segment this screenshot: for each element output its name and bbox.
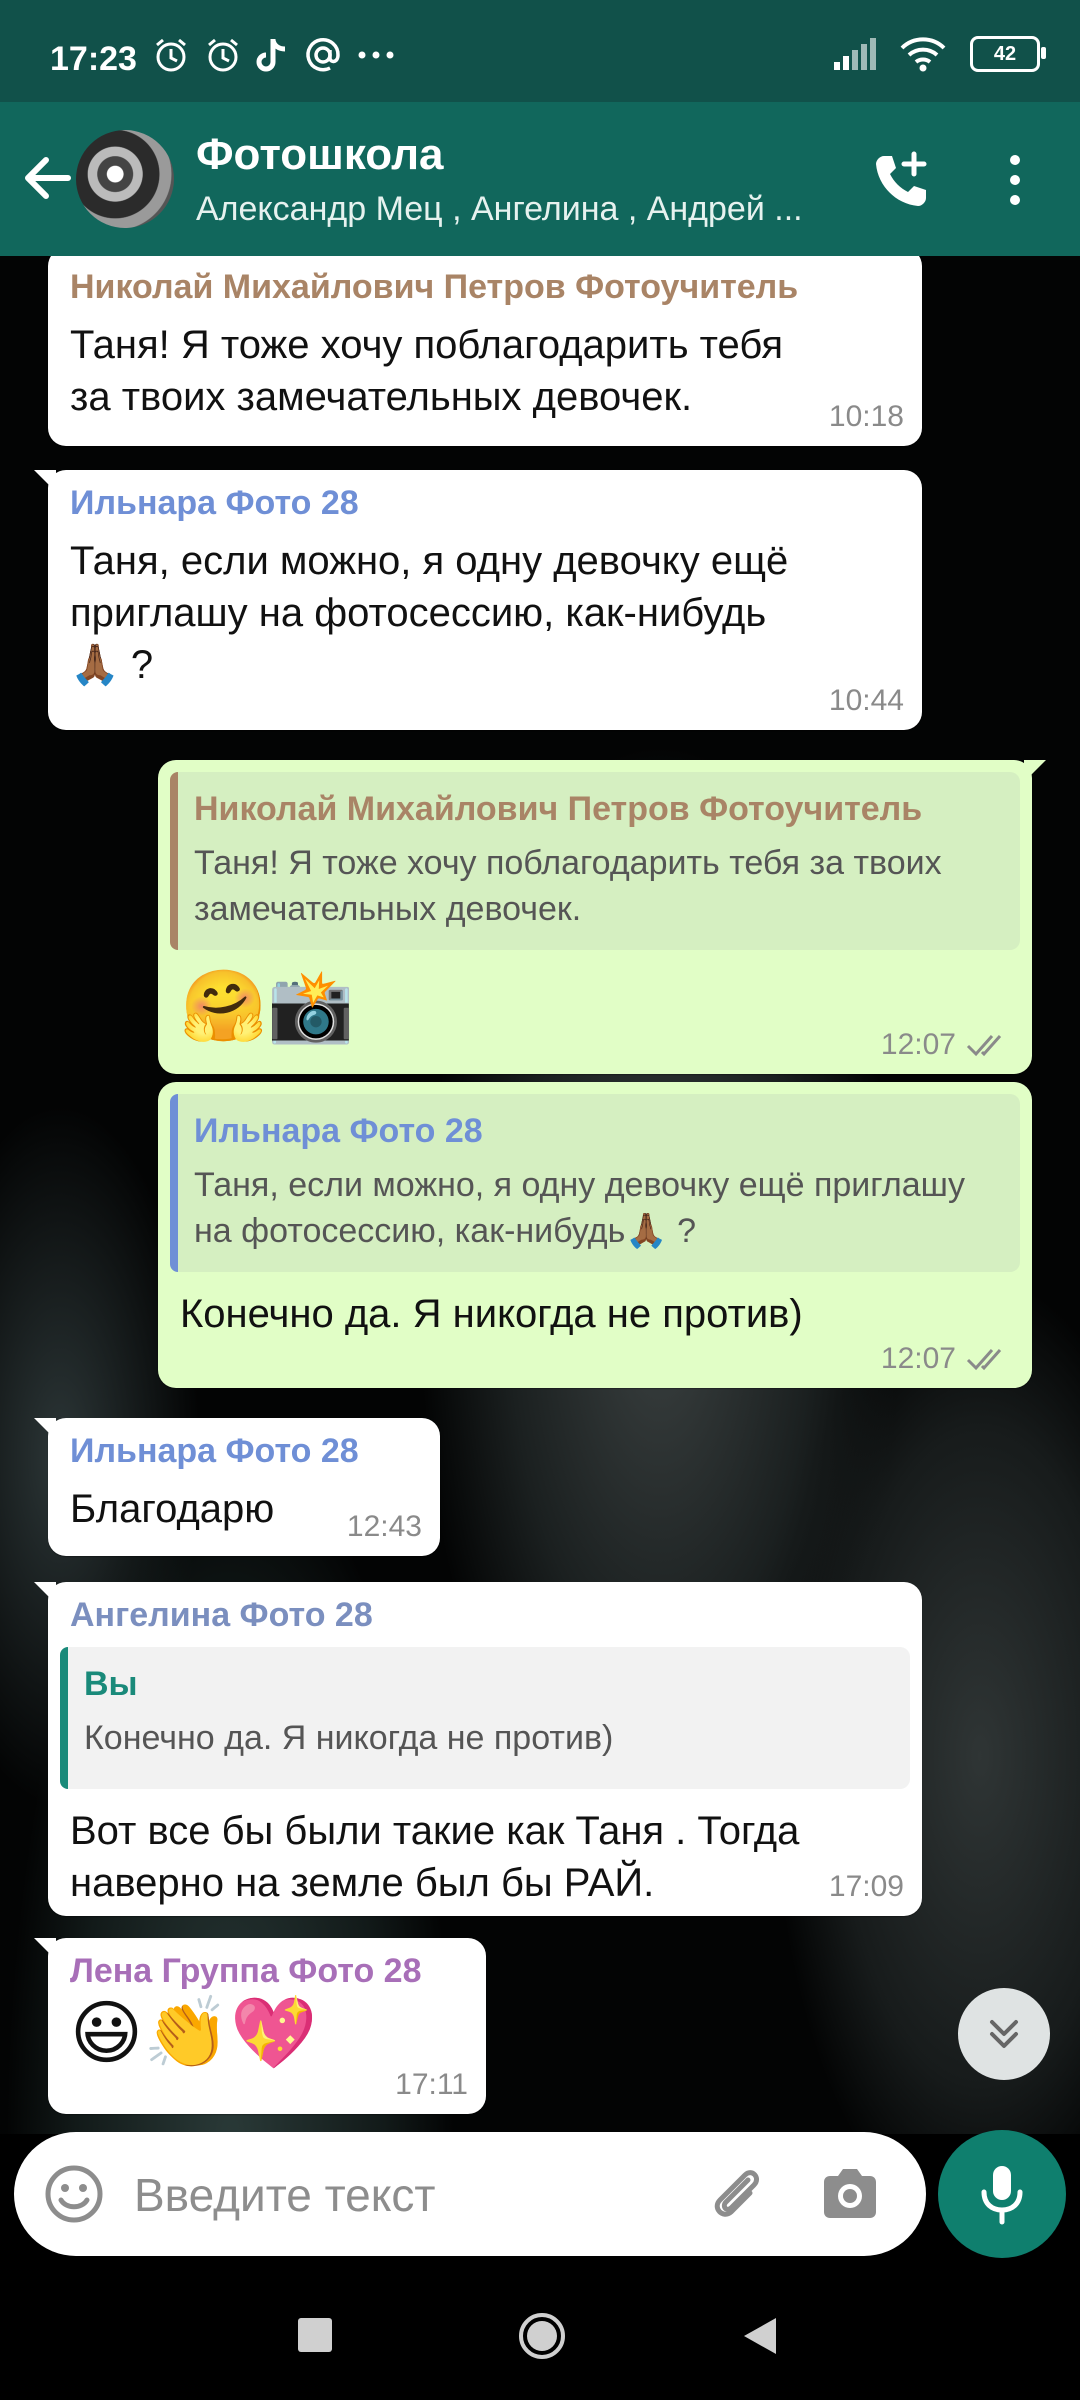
message-sender: Николай Михайлович Петров Фотоучитель	[70, 268, 799, 306]
message-time: 17:09	[829, 1870, 904, 1904]
read-ticks-icon	[966, 1035, 1002, 1057]
attach-icon[interactable]	[704, 2162, 768, 2226]
bubble-tail	[34, 470, 56, 492]
chat-title[interactable]: Фотошкола	[196, 130, 444, 180]
message-time: 12:43	[347, 1510, 422, 1544]
chat-area[interactable]: Николай Михайлович Петров Фотоучитель Та…	[0, 256, 1080, 2134]
quote-text: Конечно да. Я никогда не против)	[84, 1719, 614, 1757]
read-ticks-icon	[966, 1349, 1002, 1371]
quote-text: Таня! Я тоже хочу поблагодарить тебя за …	[194, 844, 942, 928]
message-text: Таня! Я тоже хочу поблагодарить тебя за …	[70, 323, 784, 419]
wifi-icon	[900, 37, 946, 72]
message-bubble[interactable]: Ильнара Фото 28 Благодарю 12:43	[34, 1418, 440, 1556]
at-icon	[306, 38, 340, 72]
message-time-text: 10:44	[828, 684, 904, 717]
message-text: Конечно да. Я никогда не против)	[180, 1292, 803, 1336]
quote-bar	[60, 1647, 68, 1789]
quote-sender: Ильнара Фото 28	[194, 1112, 483, 1150]
message-time-text: 17:09	[828, 1870, 904, 1903]
scroll-down-icon	[990, 2020, 1018, 2048]
message-time: 12:07	[881, 1342, 1014, 1376]
reply-quote[interactable]: Вы Конечно да. Я никогда не против)	[60, 1647, 910, 1789]
message-time-text: 12:07	[880, 1342, 956, 1375]
message-time-text: 12:07	[880, 1028, 956, 1061]
message-bubble[interactable]: Ангелина Фото 28 Вы Конечно да. Я никогд…	[34, 1582, 922, 1916]
message-time: 10:44	[829, 684, 904, 718]
quote-bar	[170, 1094, 178, 1272]
battery-indicator: 42	[970, 36, 1046, 72]
more-vert-icon[interactable]	[1000, 150, 1030, 210]
message-time: 17:11	[395, 2068, 468, 2102]
tiktok-icon	[256, 39, 286, 72]
bubble-tail	[34, 1418, 56, 1440]
bubble-tail	[34, 1582, 56, 1604]
message-text: Вот все бы были такие как Таня . Тогда н…	[70, 1809, 800, 1905]
reply-quote[interactable]: Николай Михайлович Петров Фотоучитель Та…	[170, 772, 1020, 950]
home-button[interactable]	[516, 2310, 568, 2362]
system-nav-bar	[0, 2270, 1080, 2400]
add-call-icon[interactable]	[870, 148, 934, 212]
message-sender: Лена Группа Фото 28	[70, 1952, 422, 1990]
quote-bar	[170, 772, 178, 950]
voice-record-button[interactable]	[938, 2130, 1066, 2258]
status-bar: 17:23 42	[0, 0, 1080, 102]
bubble-tail	[34, 1938, 56, 1960]
reply-quote[interactable]: Ильнара Фото 28 Таня, если можно, я одну…	[170, 1094, 1020, 1272]
message-time-text: 10:18	[828, 400, 904, 433]
message-sender: Ильнара Фото 28	[70, 484, 359, 522]
message-bubble[interactable]: Лена Группа Фото 28 😃👏💖 17:11	[34, 1938, 486, 2114]
message-composer[interactable]	[14, 2132, 926, 2256]
message-time: 12:07	[881, 1028, 1014, 1062]
signal-icon	[834, 38, 876, 70]
alarm-icon	[208, 38, 238, 72]
recents-button[interactable]	[298, 2318, 332, 2352]
group-avatar[interactable]	[76, 130, 174, 228]
chat-participants[interactable]: Александр Мец , Ангелина , Андрей ...	[196, 190, 803, 229]
message-bubble[interactable]: Николай Михайлович Петров Фотоучитель Та…	[158, 760, 1046, 1074]
chat-header[interactable]: Фотошкола Александр Мец , Ангелина , Анд…	[0, 102, 1080, 256]
emoji-icon[interactable]	[42, 2162, 106, 2226]
notification-icons	[152, 36, 396, 74]
message-time: 10:18	[829, 400, 904, 434]
bubble-tail	[1024, 760, 1046, 782]
message-time-text: 12:43	[346, 1510, 422, 1543]
message-sender: Ильнара Фото 28	[70, 1432, 359, 1470]
quote-sender: Вы	[84, 1665, 138, 1703]
quote-sender: Николай Михайлович Петров Фотоучитель	[194, 790, 923, 828]
system-icons: 42	[832, 36, 1046, 72]
message-input[interactable]	[132, 2160, 696, 2230]
message-time-text: 17:11	[395, 2068, 468, 2101]
message-text: Таня, если можно, я одну девочку ещё при…	[70, 535, 890, 691]
message-bubble[interactable]: Николай Михайлович Петров Фотоучитель Та…	[48, 256, 922, 446]
message-sender: Ангелина Фото 28	[70, 1596, 373, 1634]
message-emoji: 😃👏💖	[70, 1994, 318, 2072]
message-bubble[interactable]: Ильнара Фото 28 Таня, если можно, я одну…	[34, 470, 922, 730]
more-notifications-icon	[358, 51, 394, 59]
mic-icon	[981, 2166, 1023, 2225]
quote-text: Таня, если можно, я одну девочку ещё при…	[194, 1166, 965, 1250]
back-arrow-icon[interactable]	[18, 146, 78, 210]
alarm-icon	[156, 38, 186, 72]
nav-back-button[interactable]	[740, 2314, 780, 2358]
message-text-end: 🙏🏾 ?	[70, 643, 154, 687]
scroll-to-bottom-button[interactable]	[958, 1988, 1050, 2080]
camera-icon[interactable]	[818, 2164, 882, 2224]
message-bubble[interactable]: Ильнара Фото 28 Таня, если можно, я одну…	[158, 1082, 1032, 1388]
message-text-main: Таня, если можно, я одну девочку ещё при…	[70, 539, 789, 635]
status-time: 17:23	[50, 40, 137, 78]
